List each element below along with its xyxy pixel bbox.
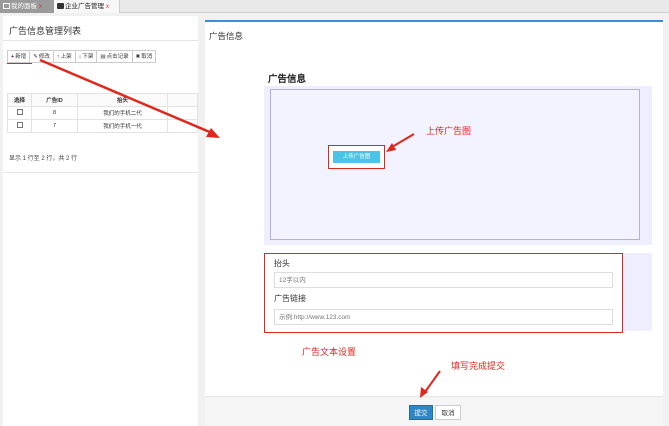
- table-row[interactable]: 7 我们的手机一代: [7, 119, 198, 133]
- ad-list-panel: 广告信息管理列表 +新增 ✎修改 ↑上架 ↓下架 ▤点击记录 ✖取消 选择 广告ID 抬头…: [3, 16, 198, 426]
- unpublish-button[interactable]: ↓下架: [74, 50, 98, 63]
- title-cell: 我们的手机二代: [77, 106, 168, 120]
- select-cell: [7, 119, 32, 133]
- tab-label: 企业广告管理: [65, 3, 104, 10]
- empty-cell: [167, 106, 198, 120]
- list-icon: ▤: [100, 54, 106, 60]
- submit-button[interactable]: 提交: [409, 405, 433, 420]
- ad-form-dialog: 广告信息 广告信息 上传广告图 抬头 广告链接 提交 取消: [205, 20, 663, 426]
- button-label: 新增: [15, 54, 27, 60]
- link-input[interactable]: [274, 309, 613, 325]
- id-cell: 8: [31, 106, 78, 120]
- button-label: 修改: [38, 54, 50, 60]
- empty-cell: [167, 119, 198, 133]
- table-header-row: 选择 广告ID 抬头: [7, 93, 198, 107]
- edit-button[interactable]: ✎修改: [29, 50, 54, 63]
- column-header: 选择: [7, 93, 32, 107]
- button-label: 上架: [60, 54, 72, 60]
- list-toolbar: +新增 ✎修改 ↑上架 ↓下架 ▤点击记录 ✖取消: [7, 50, 198, 64]
- table-row[interactable]: 8 我们的手机二代: [7, 106, 198, 120]
- column-header: 抬头: [77, 93, 168, 107]
- ad-table: 选择 广告ID 抬头 8 我们的手机二代 7 我们的手机一代: [7, 93, 198, 133]
- tab-ad-management[interactable]: 企业广告管理 x: [54, 0, 120, 13]
- section-title: 广告信息: [268, 74, 307, 85]
- page: 我的面板 x 企业广告管理 x 广告信息管理列表 +新增 ✎修改 ↑上架 ↓下架 ▤点击记录…: [0, 0, 669, 426]
- panel-icon: [3, 3, 10, 9]
- button-label: 点击记录: [106, 54, 129, 60]
- close-icon: ✖: [135, 54, 141, 60]
- add-button[interactable]: +新增: [7, 50, 33, 64]
- id-cell: 7: [31, 119, 78, 133]
- dialog-footer: 提交 取消: [205, 396, 663, 426]
- tab-my-panel[interactable]: 我的面板 x: [0, 0, 54, 13]
- tab-bar: 我的面板 x 企业广告管理 x: [0, 0, 669, 13]
- title-label: 抬头: [274, 259, 290, 268]
- upload-area: 上传广告图: [264, 86, 652, 245]
- pencil-icon: ✎: [33, 54, 38, 60]
- dialog-title: 广告信息: [209, 31, 244, 41]
- text-settings-annotation: 广告文本设置: [302, 347, 357, 357]
- select-cell: [7, 106, 32, 120]
- column-header: [167, 93, 198, 107]
- publish-button[interactable]: ↑上架: [52, 50, 76, 63]
- column-header: 广告ID: [31, 93, 78, 107]
- upload-image-button[interactable]: 上传广告图: [333, 151, 380, 163]
- divider: [3, 172, 198, 173]
- tab-close-icon[interactable]: x: [39, 4, 42, 10]
- button-label: 取消: [141, 54, 153, 60]
- cancel-toolbar-button[interactable]: ✖取消: [131, 50, 157, 63]
- tab-close-icon[interactable]: x: [106, 4, 109, 10]
- title-input[interactable]: [274, 272, 613, 288]
- row-checkbox[interactable]: [16, 109, 23, 115]
- text-settings-area: 抬头 广告链接: [264, 253, 652, 333]
- upload-highlight: 上传广告图: [328, 145, 385, 169]
- divider: [3, 40, 198, 41]
- button-label: 下架: [82, 54, 94, 60]
- arrow-up-icon: ↑: [56, 54, 60, 60]
- list-title: 广告信息管理列表: [9, 26, 82, 36]
- folder-icon: [57, 3, 64, 9]
- row-checkbox[interactable]: [16, 122, 23, 128]
- submit-annotation: 填写完成提交: [451, 361, 506, 371]
- arrow-down-icon: ↓: [78, 54, 82, 60]
- cancel-button[interactable]: 取消: [435, 405, 461, 420]
- title-cell: 我们的手机一代: [77, 119, 168, 133]
- tab-label: 我的面板: [11, 3, 37, 10]
- image-preview-box[interactable]: 上传广告图: [270, 89, 640, 240]
- upload-annotation: 上传广告图: [426, 126, 472, 136]
- pagination-info: 显示 1 行至 2 行，共 2 行: [9, 156, 78, 162]
- plus-icon: +: [11, 54, 15, 60]
- text-settings-box: 抬头 广告链接: [264, 253, 623, 333]
- link-label: 广告链接: [274, 294, 306, 303]
- click-record-button[interactable]: ▤点击记录: [96, 50, 133, 63]
